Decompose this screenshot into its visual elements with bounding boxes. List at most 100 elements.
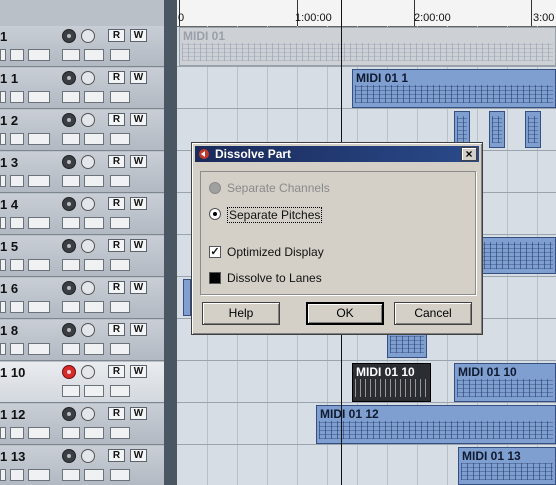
track-row[interactable]: 1 2 R W [0, 110, 164, 151]
folder-button[interactable] [84, 343, 104, 355]
lanes-button[interactable] [110, 259, 130, 271]
track-row[interactable]: 1 4 R W [0, 194, 164, 235]
channel-settings-button[interactable] [0, 343, 6, 355]
track-row[interactable]: 1 1 R W [0, 68, 164, 109]
edit-instrument-button[interactable] [62, 49, 80, 61]
read-automation-button[interactable]: R [108, 239, 125, 252]
help-button[interactable]: Help [202, 302, 280, 325]
write-automation-button[interactable]: W [130, 155, 147, 168]
lanes-button[interactable] [110, 301, 130, 313]
edit-instrument-button[interactable] [62, 133, 80, 145]
track-row[interactable]: 1 12 R W [0, 404, 164, 445]
eq-button[interactable] [28, 343, 50, 355]
read-automation-button[interactable]: R [108, 449, 125, 462]
midi-part[interactable]: MIDI 01 12 [316, 405, 556, 444]
read-automation-button[interactable]: R [108, 197, 125, 210]
read-automation-button[interactable]: R [108, 113, 125, 126]
insert-button[interactable] [10, 259, 24, 271]
insert-button[interactable] [10, 469, 24, 481]
edit-instrument-button[interactable] [62, 91, 80, 103]
record-enable-button[interactable] [62, 113, 76, 127]
dissolve-to-lanes-checkbox[interactable] [209, 272, 221, 284]
record-enable-button[interactable] [62, 365, 76, 379]
lanes-button[interactable] [110, 91, 130, 103]
monitor-button[interactable] [81, 323, 95, 337]
channel-settings-button[interactable] [0, 133, 6, 145]
time-ruler[interactable]: 0 1:00:00 2:00:00 3:00 [177, 0, 556, 27]
edit-instrument-button[interactable] [62, 469, 80, 481]
record-enable-button[interactable] [62, 239, 76, 253]
folder-button[interactable] [84, 217, 104, 229]
write-automation-button[interactable]: W [130, 29, 147, 42]
close-button[interactable]: × [461, 147, 477, 161]
track-row[interactable]: 1 R W [0, 26, 164, 67]
insert-button[interactable] [10, 133, 24, 145]
channel-settings-button[interactable] [0, 217, 6, 229]
track-row[interactable]: 1 3 R W [0, 152, 164, 193]
read-automation-button[interactable]: R [108, 281, 125, 294]
record-enable-button[interactable] [62, 281, 76, 295]
folder-button[interactable] [84, 259, 104, 271]
write-automation-button[interactable]: W [130, 113, 147, 126]
folder-button[interactable] [84, 133, 104, 145]
monitor-button[interactable] [81, 155, 95, 169]
midi-part[interactable]: MIDI 01 1 [352, 69, 556, 108]
insert-button[interactable] [10, 301, 24, 313]
insert-button[interactable] [10, 343, 24, 355]
midi-part[interactable]: MIDI 01 [179, 27, 556, 66]
lanes-button[interactable] [110, 133, 130, 145]
eq-button[interactable] [28, 175, 50, 187]
track-row[interactable]: 1 8 R W [0, 320, 164, 361]
midi-part[interactable] [525, 111, 541, 148]
edit-instrument-button[interactable] [62, 385, 80, 397]
record-enable-button[interactable] [62, 155, 76, 169]
read-automation-button[interactable]: R [108, 71, 125, 84]
lanes-button[interactable] [110, 385, 130, 397]
monitor-button[interactable] [81, 449, 95, 463]
record-enable-button[interactable] [62, 449, 76, 463]
monitor-button[interactable] [81, 197, 95, 211]
channel-settings-button[interactable] [0, 301, 6, 313]
eq-button[interactable] [28, 301, 50, 313]
insert-button[interactable] [10, 217, 24, 229]
lanes-button[interactable] [110, 175, 130, 187]
midi-part-selected[interactable]: MIDI 01 10 [352, 363, 431, 402]
write-automation-button[interactable]: W [130, 323, 147, 336]
insert-button[interactable] [10, 91, 24, 103]
record-enable-button[interactable] [62, 197, 76, 211]
folder-button[interactable] [84, 469, 104, 481]
midi-part[interactable] [387, 332, 427, 358]
folder-button[interactable] [84, 175, 104, 187]
tracklist-divider[interactable] [164, 0, 177, 485]
optimized-display-label[interactable]: Optimized Display [227, 245, 324, 259]
lanes-button[interactable] [110, 49, 130, 61]
read-automation-button[interactable]: R [108, 29, 125, 42]
folder-button[interactable] [84, 49, 104, 61]
edit-instrument-button[interactable] [62, 259, 80, 271]
ok-button[interactable]: OK [306, 302, 384, 325]
monitor-button[interactable] [81, 407, 95, 421]
folder-button[interactable] [84, 301, 104, 313]
read-automation-button[interactable]: R [108, 323, 125, 336]
monitor-button[interactable] [81, 29, 95, 43]
midi-part[interactable] [489, 111, 505, 148]
folder-button[interactable] [84, 91, 104, 103]
record-enable-button[interactable] [62, 407, 76, 421]
insert-button[interactable] [10, 49, 24, 61]
eq-button[interactable] [28, 427, 50, 439]
lanes-button[interactable] [110, 469, 130, 481]
track-row-selected[interactable]: 1 10 R W [0, 362, 164, 403]
channel-settings-button[interactable] [0, 175, 6, 187]
channel-settings-button[interactable] [0, 49, 6, 61]
track-row[interactable]: 1 6 R W [0, 278, 164, 319]
track-row[interactable]: 1 5 R W [0, 236, 164, 277]
separate-pitches-radio[interactable] [209, 208, 221, 220]
lanes-button[interactable] [110, 427, 130, 439]
edit-instrument-button[interactable] [62, 175, 80, 187]
monitor-button[interactable] [81, 365, 95, 379]
optimized-display-checkbox[interactable]: ✓ [209, 246, 221, 258]
insert-button[interactable] [10, 427, 24, 439]
cancel-button[interactable]: Cancel [394, 302, 472, 325]
eq-button[interactable] [28, 259, 50, 271]
channel-settings-button[interactable] [0, 91, 6, 103]
